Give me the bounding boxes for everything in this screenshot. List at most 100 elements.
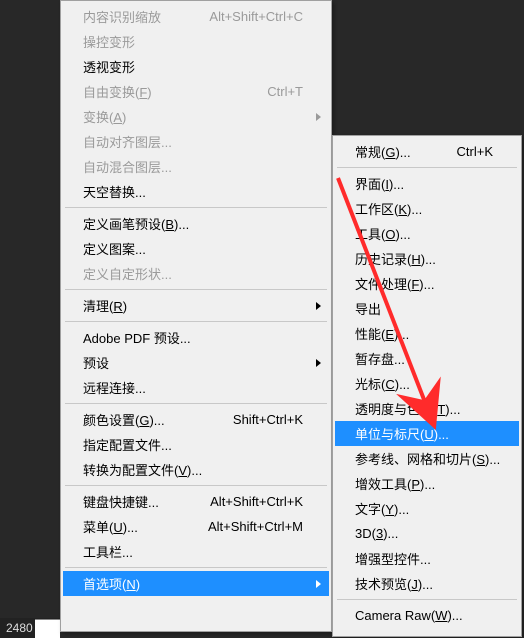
menu_left-item[interactable]: 远程连接... [63, 375, 329, 400]
menu_left-separator [65, 321, 327, 322]
menu_left-item: 自动混合图层... [63, 154, 329, 179]
menu-item-label: 技术预览(J)... [355, 574, 433, 593]
menu-item-label: 工具(O)... [355, 224, 411, 243]
menu-item-label: 转换为配置文件(V)... [83, 460, 202, 479]
menu-item-label: 透明度与色域(T)... [355, 399, 460, 418]
menu_left-item[interactable]: 颜色设置(G)... Shift+Ctrl+K [63, 407, 329, 432]
menu-item-label: 暂存盘... [355, 349, 405, 368]
menu-item-label: 增强型控件... [355, 549, 431, 568]
menu_left-item[interactable]: 定义图案... [63, 236, 329, 261]
edit-menu[interactable]: 内容识别缩放 Alt+Shift+Ctrl+C 操控变形透视变形自由变换(F) Ctr… [60, 0, 332, 632]
menu_right-item[interactable]: 导出 [335, 296, 519, 321]
menu_left-item: 操控变形 [63, 29, 329, 54]
menu_left-item[interactable]: 键盘快捷键... Alt+Shift+Ctrl+K [63, 489, 329, 514]
menu-item-shortcut: Alt+Shift+Ctrl+M [208, 519, 303, 534]
menu_left-item[interactable]: 首选项(N) [63, 571, 329, 596]
menu_left-item[interactable]: 定义画笔预设(B)... [63, 211, 329, 236]
menu-item-label: Adobe PDF 预设... [83, 328, 191, 347]
menu-item-label: 工作区(K)... [355, 199, 422, 218]
menu-item-label: 定义画笔预设(B)... [83, 214, 189, 233]
menu_left-item[interactable]: 天空替换... [63, 179, 329, 204]
menu_left-item[interactable]: 清理(R) [63, 293, 329, 318]
menu-item-label: 常规(G)... [355, 142, 411, 161]
menu-item-label: 3D(3)... [355, 526, 398, 541]
menu_right-separator [337, 599, 517, 600]
menu-item-label: 定义自定形状... [83, 264, 172, 283]
menu_left-item[interactable]: Adobe PDF 预设... [63, 325, 329, 350]
menu-item-label: 天空替换... [83, 182, 146, 201]
menu_right-item[interactable]: 界面(I)... [335, 171, 519, 196]
menu_left-item[interactable]: 菜单(U)... Alt+Shift+Ctrl+M [63, 514, 329, 539]
submenu-arrow-icon [316, 580, 321, 588]
menu_right-item[interactable]: Camera Raw(W)... [335, 603, 519, 628]
menu-item-label: 内容识别缩放 [83, 7, 161, 26]
menu_left-item[interactable]: 指定配置文件... [63, 432, 329, 457]
submenu-arrow-icon [316, 359, 321, 367]
menu_right-item[interactable]: 增强型控件... [335, 546, 519, 571]
menu_right-item[interactable]: 历史记录(H)... [335, 246, 519, 271]
menu-item-label: 首选项(N) [83, 574, 140, 593]
menu_right-item[interactable]: 工具(O)... [335, 221, 519, 246]
menu-item-label: 指定配置文件... [83, 435, 172, 454]
menu_left-item: 自动对齐图层... [63, 129, 329, 154]
menu-item-label: 自由变换(F) [83, 82, 152, 101]
menu-item-label: Camera Raw(W)... [355, 608, 463, 623]
menu-item-label: 单位与标尺(U)... [355, 424, 449, 443]
menu-item-label: 参考线、网格和切片(S)... [355, 449, 500, 468]
menu_right-item[interactable]: 暂存盘... [335, 346, 519, 371]
menu_left-item[interactable]: 预设 [63, 350, 329, 375]
menu_right-item[interactable]: 光标(C)... [335, 371, 519, 396]
menu-item-label: 远程连接... [83, 378, 146, 397]
menu_right-item[interactable]: 参考线、网格和切片(S)... [335, 446, 519, 471]
menu-item-shortcut: Ctrl+T [267, 84, 303, 99]
menu-item-label: 清理(R) [83, 296, 127, 315]
menu_left-separator [65, 403, 327, 404]
menu_left-separator [65, 485, 327, 486]
menu-item-label: 操控变形 [83, 32, 135, 51]
menu-item-label: 导出 [355, 299, 381, 318]
menu_right-item[interactable]: 文件处理(F)... [335, 271, 519, 296]
menu_right-item[interactable]: 常规(G)... Ctrl+K [335, 139, 519, 164]
menu-item-label: 界面(I)... [355, 174, 404, 193]
menu-item-shortcut: Alt+Shift+Ctrl+C [209, 9, 303, 24]
menu-item-label: 工具栏... [83, 542, 133, 561]
menu-item-label: 自动混合图层... [83, 157, 172, 176]
menu_right-item[interactable]: 单位与标尺(U)... [335, 421, 519, 446]
menu_left-item[interactable]: 转换为配置文件(V)... [63, 457, 329, 482]
menu-item-label: 菜单(U)... [83, 517, 138, 536]
menu_right-item[interactable]: 透明度与色域(T)... [335, 396, 519, 421]
menu-item-label: 键盘快捷键... [83, 492, 159, 511]
menu_right-item[interactable]: 增效工具(P)... [335, 471, 519, 496]
menu_left-separator [65, 567, 327, 568]
menu_right-item[interactable]: 文字(Y)... [335, 496, 519, 521]
menu-item-label: 预设 [83, 353, 109, 372]
menu_right-item[interactable]: 技术预览(J)... [335, 571, 519, 596]
thumbnail [35, 619, 60, 638]
menu_left-separator [65, 207, 327, 208]
menu-item-label: 增效工具(P)... [355, 474, 435, 493]
menu-item-shortcut: Alt+Shift+Ctrl+K [210, 494, 303, 509]
menu_left-item: 内容识别缩放 Alt+Shift+Ctrl+C [63, 4, 329, 29]
submenu-arrow-icon [316, 302, 321, 310]
menu_right-item[interactable]: 性能(E)... [335, 321, 519, 346]
menu-item-label: 透视变形 [83, 57, 135, 76]
preferences-submenu[interactable]: 常规(G)... Ctrl+K 界面(I)... 工作区(K)... 工具(O)... 历… [332, 135, 522, 637]
menu_right-item[interactable]: 3D(3)... [335, 521, 519, 546]
menu-item-label: 性能(E)... [355, 324, 409, 343]
menu-item-label: 自动对齐图层... [83, 132, 172, 151]
menu-item-label: 变换(A) [83, 107, 126, 126]
menu-item-label: 定义图案... [83, 239, 146, 258]
menu-item-shortcut: Ctrl+K [457, 144, 493, 159]
menu-item-shortcut: Shift+Ctrl+K [233, 412, 303, 427]
menu_left-item: 定义自定形状... [63, 261, 329, 286]
menu_left-item: 自由变换(F) Ctrl+T [63, 79, 329, 104]
menu_left-item[interactable]: 透视变形 [63, 54, 329, 79]
menu-item-label: 历史记录(H)... [355, 249, 436, 268]
menu-item-label: 文字(Y)... [355, 499, 409, 518]
menu_left-separator [65, 289, 327, 290]
menu_left-item: 变换(A) [63, 104, 329, 129]
menu-item-label: 颜色设置(G)... [83, 410, 165, 429]
menu_left-item[interactable]: 工具栏... [63, 539, 329, 564]
menu_right-item[interactable]: 工作区(K)... [335, 196, 519, 221]
menu-item-label: 文件处理(F)... [355, 274, 434, 293]
